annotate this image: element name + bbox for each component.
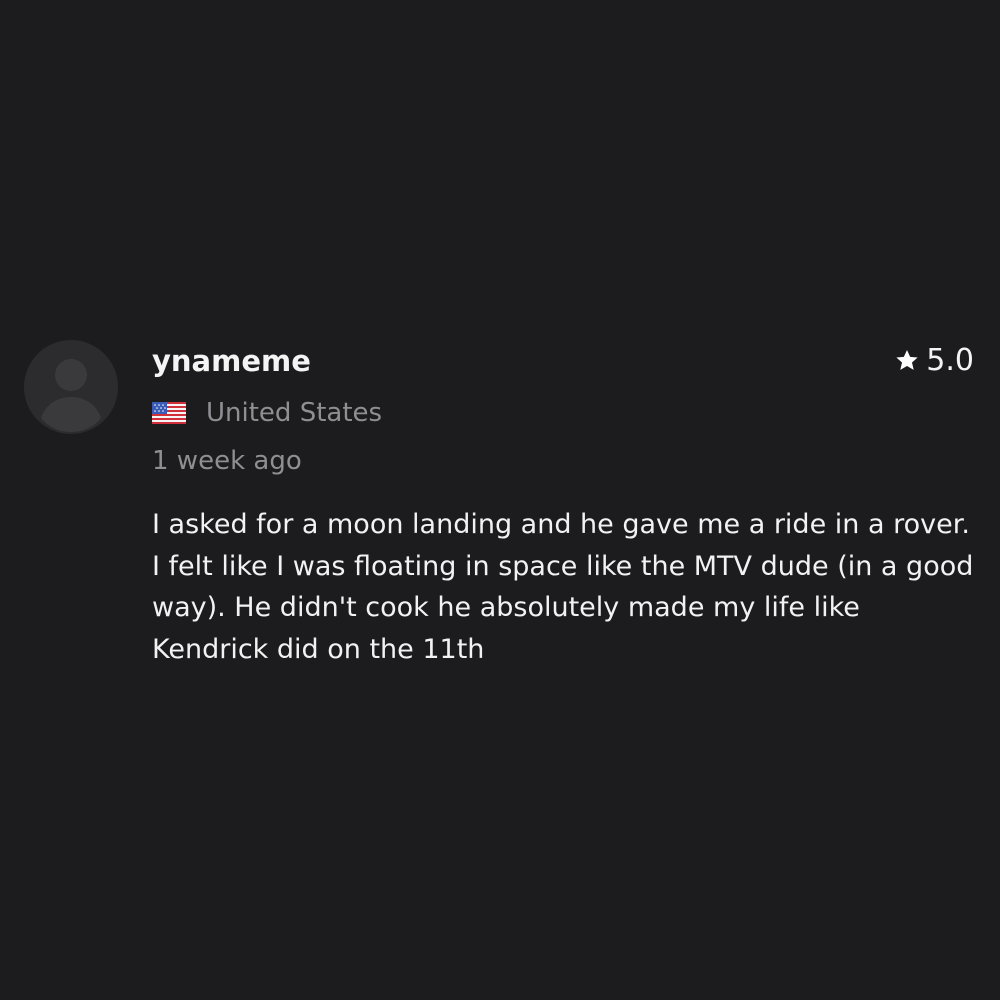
review-text: I asked for a moon landing and he gave m… xyxy=(152,509,974,665)
rating: 5.0 xyxy=(894,341,974,381)
rating-value: 5.0 xyxy=(926,343,974,378)
us-flag-icon xyxy=(152,402,186,424)
user-silhouette-icon xyxy=(41,359,101,432)
reviewer-name: ynameme xyxy=(152,344,311,378)
review-timestamp: 1 week ago xyxy=(152,446,302,476)
reviewer-location: United States xyxy=(152,395,382,431)
reviewer-country: United States xyxy=(206,398,383,428)
star-icon xyxy=(896,349,918,370)
review-card: ynameme 5.0 United States 1 week ago I a… xyxy=(0,0,1000,1000)
avatar[interactable] xyxy=(24,340,118,434)
